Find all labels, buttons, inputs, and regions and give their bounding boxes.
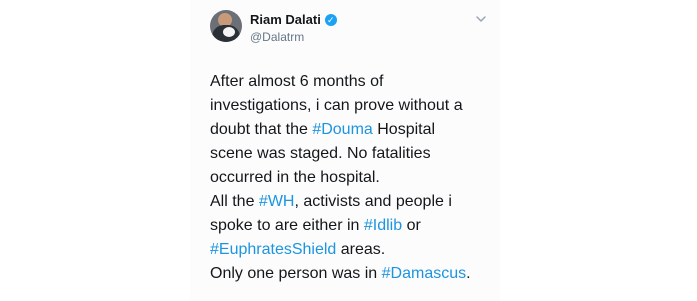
tweet-text-segment: areas. <box>336 241 386 258</box>
hashtag-link[interactable]: #WH <box>259 193 295 210</box>
author-display-name[interactable]: Riam Dalati <box>250 12 321 27</box>
tweet-text-segment: Only one person was in <box>210 265 382 282</box>
chevron-down-icon[interactable] <box>474 12 488 26</box>
tweet-line: Only one person was in #Damascus. <box>210 262 495 286</box>
tweet-text-segment: or <box>402 217 421 234</box>
tweet-text-segment: investigations, i can prove without a <box>210 97 463 114</box>
tweet-card: Riam Dalati ✓ @Dalatrm After almost 6 mo… <box>190 0 500 301</box>
hashtag-link[interactable]: #Idlib <box>364 217 402 234</box>
tweet-text-segment: After almost 6 months of <box>210 73 384 90</box>
avatar-dog <box>223 27 235 37</box>
tweet-text-segment: All the <box>210 193 259 210</box>
tweet-text-segment: doubt that the <box>210 121 313 138</box>
tweet-text-segment: . <box>466 265 471 282</box>
tweet-line: occurred in the hospital. <box>210 166 495 190</box>
avatar[interactable] <box>210 10 242 42</box>
tweet-line: doubt that the #Douma Hospital <box>210 118 495 142</box>
author-name-row[interactable]: Riam Dalati ✓ <box>250 12 337 27</box>
author-handle[interactable]: @Dalatrm <box>250 30 304 44</box>
tweet-line: investigations, i can prove without a <box>210 94 495 118</box>
tweet-line: scene was staged. No fatalities <box>210 142 495 166</box>
tweet-text-segment: Hospital <box>372 121 436 138</box>
tweet-text: After almost 6 months of investigations, … <box>210 70 495 286</box>
tweet-line: #EuphratesShield areas. <box>210 238 495 262</box>
verified-badge-icon: ✓ <box>324 13 337 26</box>
tweet-line: All the #WH, activists and people i <box>210 190 495 214</box>
tweet-text-segment: spoke to are either in <box>210 217 364 234</box>
tweet-text-segment: , activists and people i <box>294 193 452 210</box>
tweet-text-segment: occurred in the hospital. <box>210 169 380 186</box>
hashtag-link[interactable]: #Damascus <box>382 265 466 282</box>
tweet-line: After almost 6 months of <box>210 70 495 94</box>
hashtag-link[interactable]: #EuphratesShield <box>210 241 336 258</box>
tweet-text-segment: scene was staged. No fatalities <box>210 145 431 162</box>
tweet-line: spoke to are either in #Idlib or <box>210 214 495 238</box>
hashtag-link[interactable]: #Douma <box>312 121 372 138</box>
